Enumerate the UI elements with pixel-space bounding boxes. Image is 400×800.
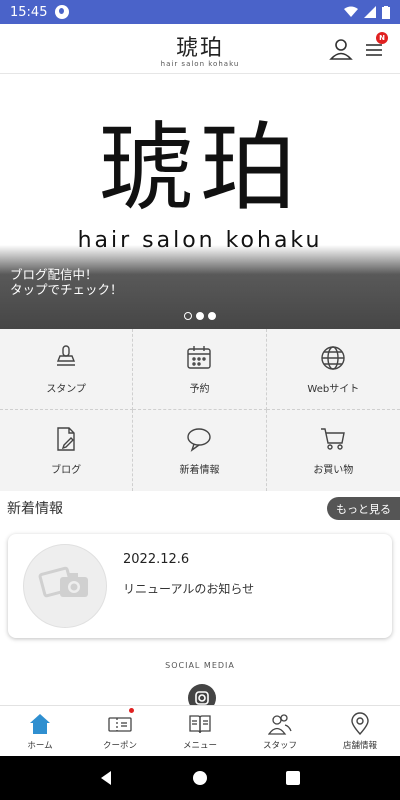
notification-badge: N — [376, 32, 388, 44]
news-headline: リニューアルのお知らせ — [123, 582, 255, 596]
news-card[interactable]: 2022.12.6 リニューアルのお知らせ — [8, 534, 392, 638]
menu-item-shopping[interactable]: お買い物 — [267, 410, 400, 491]
account-button[interactable] — [328, 36, 354, 62]
tab-label: スタッフ — [262, 741, 297, 751]
menu-item-label: ブログ — [51, 465, 82, 476]
hamburger-menu-button[interactable]: N — [362, 32, 388, 62]
bottom-tab-bar: ホーム クーポン メニュー スタッフ 店舗情報 — [0, 705, 400, 756]
system-navigation-bar — [0, 756, 400, 800]
menu-item-label: 新着情報 — [179, 465, 220, 476]
home-icon — [30, 714, 50, 734]
user-icon — [329, 39, 353, 60]
header-logo-kanji: 琥珀 — [175, 36, 224, 61]
tab-coupon[interactable]: クーポン — [80, 706, 160, 756]
stamp-icon — [57, 344, 76, 366]
menu-item-news[interactable]: 新着情報 — [133, 410, 267, 491]
status-bar: 15:45 — [0, 0, 400, 24]
tab-staff[interactable]: スタッフ — [240, 706, 320, 756]
carousel-dot-active[interactable] — [196, 312, 204, 320]
carousel-dot[interactable] — [184, 312, 192, 320]
speech-bubble-icon — [187, 428, 212, 452]
tab-home[interactable]: ホーム — [0, 706, 80, 756]
social-media-label: SOCIAL MEDIA — [165, 661, 235, 670]
tab-label: 店舗情報 — [342, 741, 377, 751]
coupon-badge-dot — [129, 708, 134, 713]
blog-icon — [57, 427, 75, 451]
cart-icon — [321, 428, 346, 450]
menu-item-label: お買い物 — [313, 465, 354, 476]
menu-item-label: 予約 — [189, 383, 210, 395]
home-nav-icon[interactable] — [192, 770, 208, 786]
menu-item-blog[interactable]: ブログ — [0, 410, 134, 491]
news-thumbnail — [23, 544, 107, 628]
menu-item-website[interactable]: Webサイト — [266, 329, 400, 410]
globe-icon — [321, 345, 346, 370]
news-date: 2022.12.6 — [123, 552, 190, 567]
calendar-icon — [187, 345, 212, 369]
menu-item-label: スタンプ — [46, 383, 87, 395]
coupon-icon — [108, 717, 132, 732]
tab-label: ホーム — [27, 741, 53, 751]
app-notification-icon — [55, 5, 70, 19]
hero-caption: ブログ配信中！ タップでチェック！ — [10, 267, 123, 297]
carousel-dot[interactable] — [208, 312, 216, 320]
news-section-title: 新着情報 — [7, 501, 63, 517]
status-time: 15:45 — [10, 4, 48, 20]
location-icon — [351, 712, 369, 736]
signal-icon — [364, 6, 376, 18]
photo-placeholder-icon — [38, 566, 88, 598]
battery-icon — [382, 5, 390, 19]
back-icon[interactable] — [99, 770, 115, 786]
hero-banner[interactable]: 琥珀 hair salon kohaku ブログ配信中！ タップでチェック！ — [0, 75, 400, 329]
app-header: 琥珀 hair salon kohaku N — [0, 24, 400, 74]
menu-book-icon — [189, 715, 211, 734]
tab-menu[interactable]: メニュー — [160, 706, 240, 756]
tab-store-info[interactable]: 店舗情報 — [320, 706, 400, 756]
menu-item-label: Webサイト — [307, 383, 360, 395]
menu-item-reservation[interactable]: 予約 — [133, 329, 267, 410]
more-button[interactable]: もっと見る — [327, 497, 400, 520]
staff-icon — [268, 714, 292, 735]
wifi-icon — [344, 6, 358, 17]
tab-label: クーポン — [102, 741, 137, 751]
menu-item-stamp[interactable]: スタンプ — [0, 329, 134, 410]
carousel-dots — [0, 312, 400, 320]
feature-menu-grid: スタンプ 予約 Webサイト ブログ 新着情報 お買い物 — [0, 329, 400, 491]
tab-label: メニュー — [182, 741, 217, 751]
hero-logo-kanji: 琥珀 — [98, 112, 302, 224]
recents-icon[interactable] — [285, 770, 301, 786]
